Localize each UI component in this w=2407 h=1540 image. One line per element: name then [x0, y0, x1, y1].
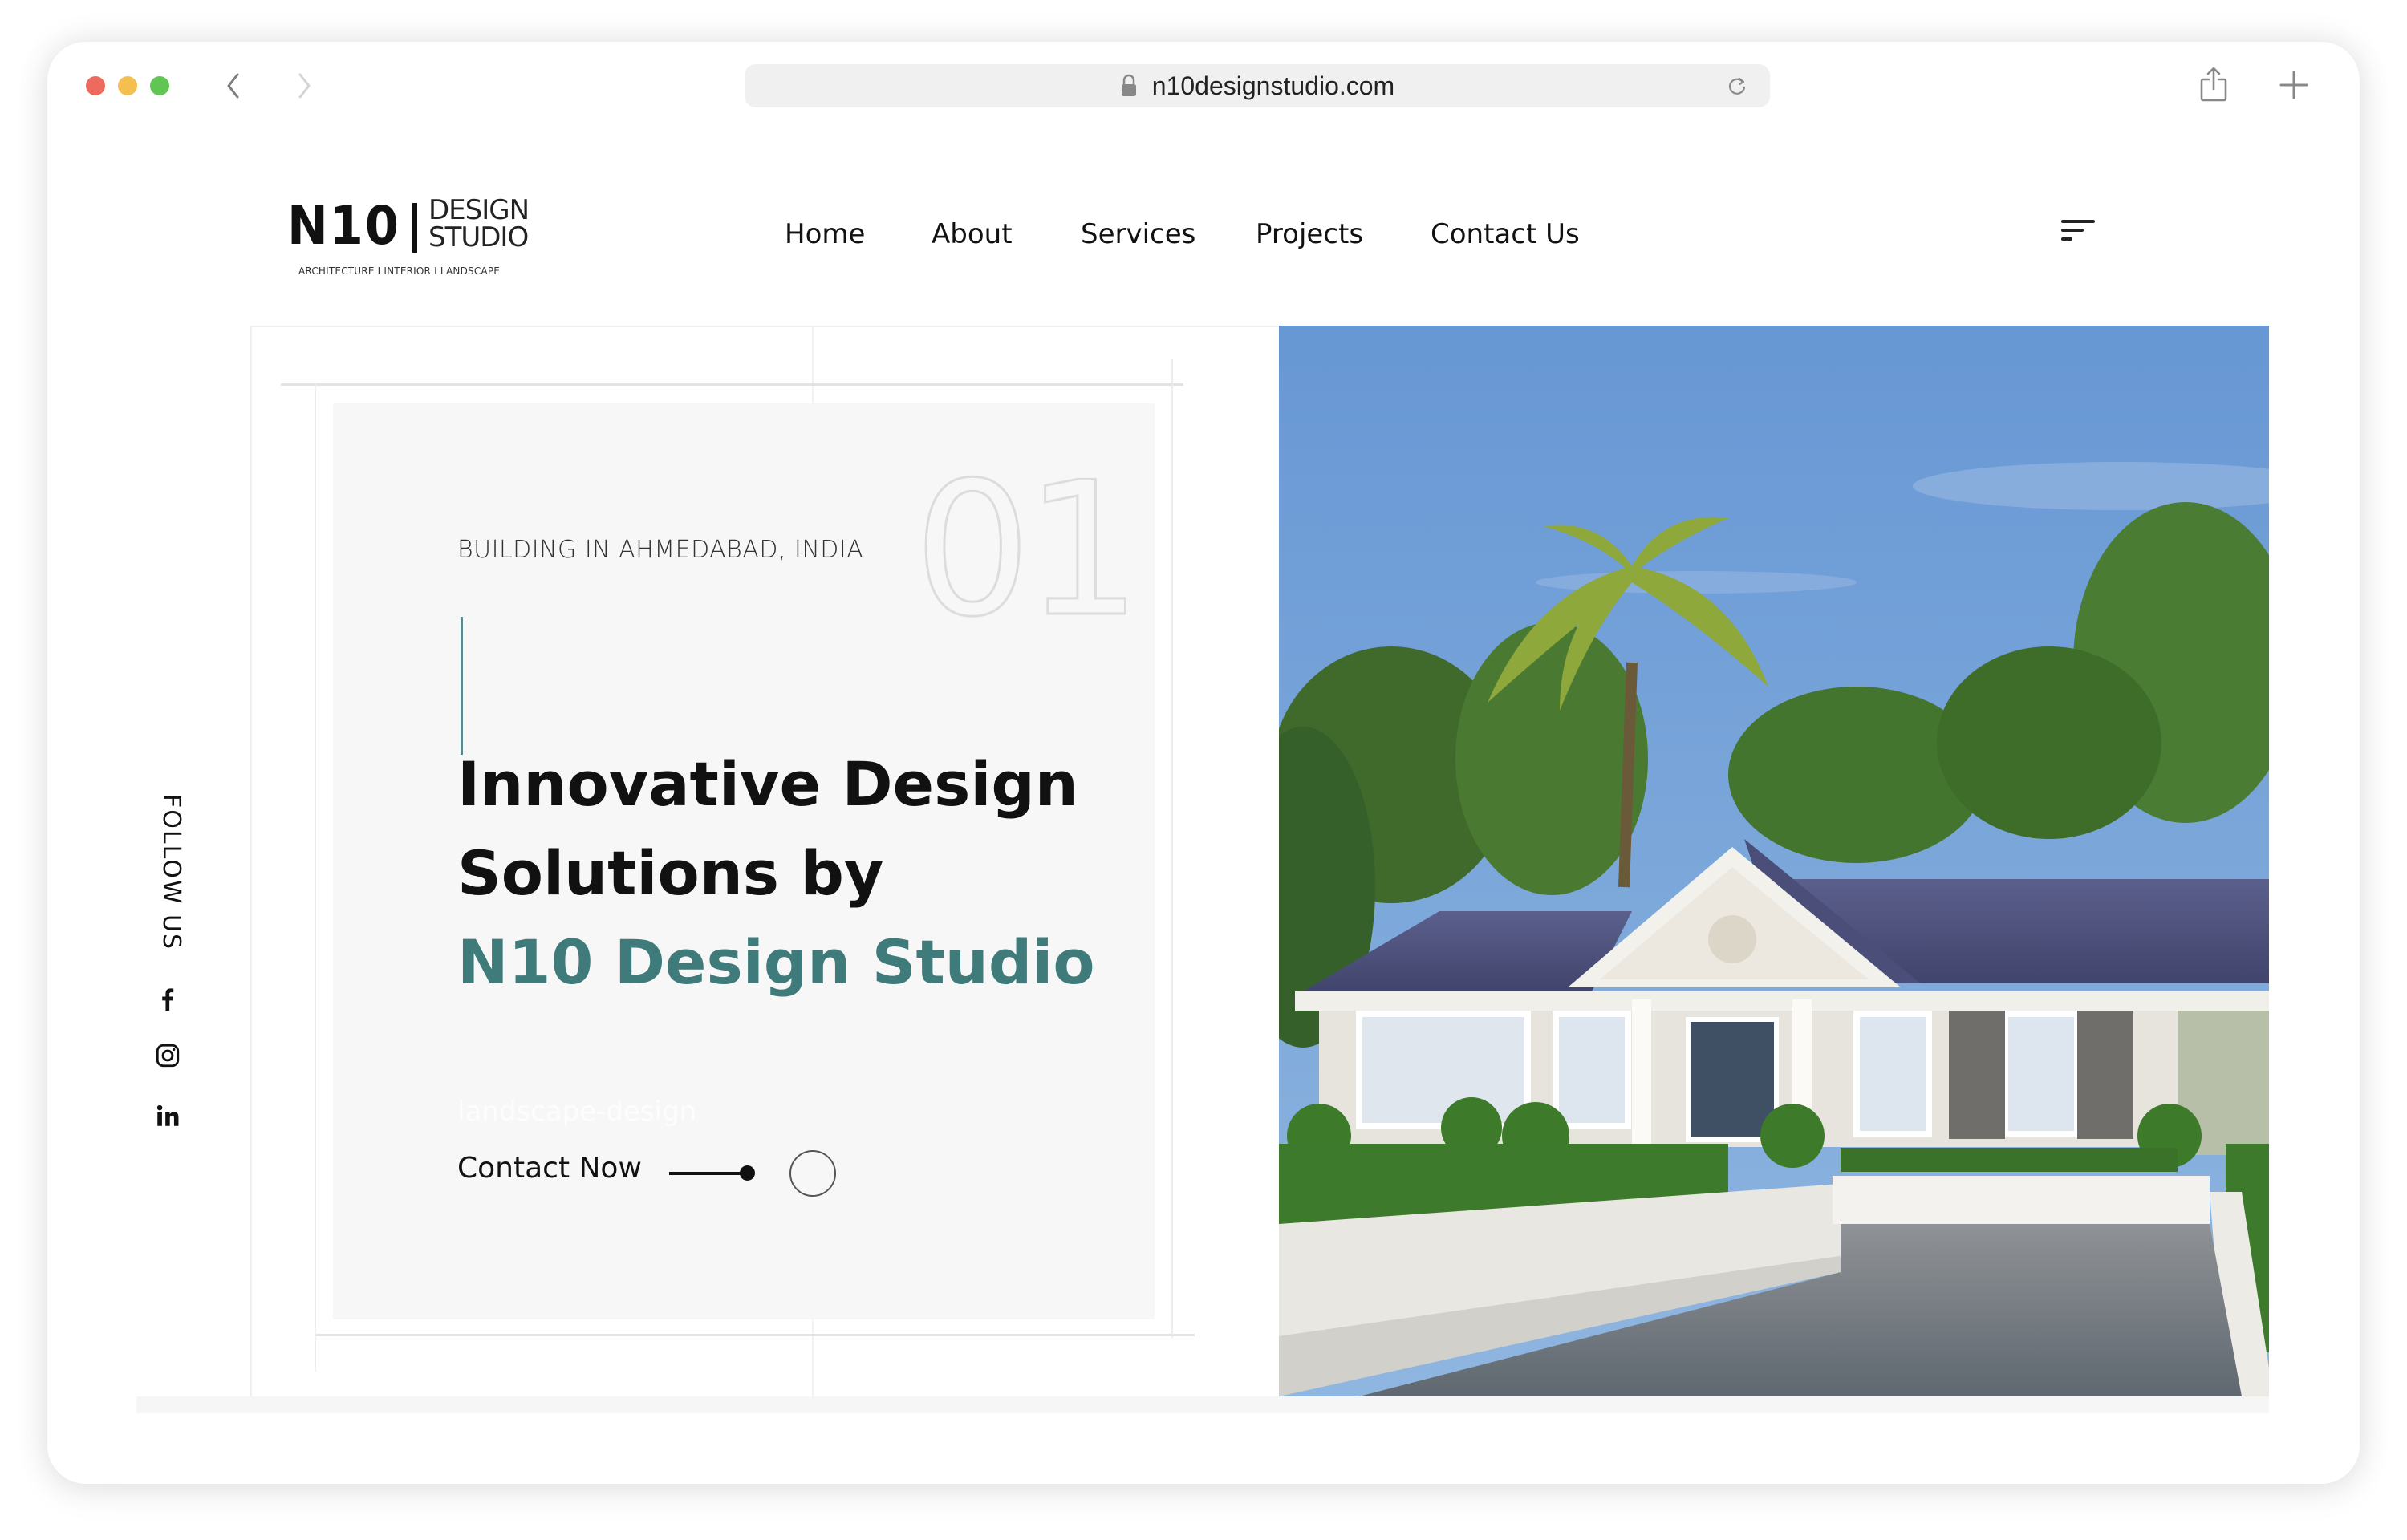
reload-icon[interactable]: [1725, 74, 1749, 98]
hero-subtitle: BUILDING IN AHMEDABAD, INDIA: [457, 536, 864, 564]
linkedin-icon: [156, 1104, 179, 1126]
logo-mark: N10: [287, 195, 400, 257]
guide-line: [315, 1334, 1195, 1336]
menu-button[interactable]: [2061, 220, 2096, 245]
instagram-link[interactable]: [152, 1040, 184, 1072]
forward-button[interactable]: [288, 70, 320, 102]
hero-image[interactable]: [1279, 326, 2269, 1396]
heading-accent: N10 Design Studio: [457, 926, 1095, 998]
chevron-left-icon: [227, 73, 239, 99]
new-tab-icon[interactable]: [2278, 69, 2310, 101]
logo-line-1: DESIGN: [428, 194, 530, 226]
browser-window: n10designstudio.com N10 DESIGN STUDIO AR…: [47, 42, 2360, 1484]
heading-line-2: Solutions by: [457, 837, 884, 909]
nav-services[interactable]: Services: [1081, 218, 1195, 250]
nav-contact-us[interactable]: Contact Us: [1431, 218, 1580, 250]
linkedin-link[interactable]: [152, 1100, 184, 1132]
slide-number: 01: [913, 444, 1144, 658]
share-icon[interactable]: [2199, 66, 2228, 103]
accent-divider: [461, 617, 463, 755]
instagram-icon: [156, 1044, 180, 1068]
site-logo[interactable]: N10 DESIGN STUDIO ARCHITECTURE I INTERIO…: [287, 192, 536, 280]
hero-bottom-strip: [136, 1396, 2269, 1413]
nav-about[interactable]: About: [932, 218, 1013, 250]
nav-home[interactable]: Home: [785, 218, 865, 250]
category-tag: landscape-design: [457, 1096, 697, 1128]
facebook-icon: [162, 988, 174, 1011]
maximize-window-button[interactable]: [150, 76, 169, 95]
lock-icon: [1121, 74, 1136, 96]
circle-icon: [789, 1150, 836, 1197]
heading-line-1: Innovative Design: [457, 748, 1078, 820]
hero-heading: Innovative Design Solutions by N10 Desig…: [457, 740, 1095, 1007]
chevron-right-icon: [298, 73, 311, 99]
contact-now-label: Contact Now: [457, 1152, 642, 1185]
arrow-line-icon: [669, 1172, 746, 1175]
close-window-button[interactable]: [86, 76, 105, 95]
guide-line: [315, 383, 316, 1372]
back-button[interactable]: [217, 70, 250, 102]
follow-us-label: FOLLOW US: [157, 794, 185, 951]
logo-divider: [412, 203, 417, 253]
guide-line: [281, 383, 1183, 386]
follow-us: FOLLOW US: [153, 794, 185, 971]
guide-line: [1171, 359, 1173, 1338]
nav-projects[interactable]: Projects: [1256, 218, 1363, 250]
logo-tagline: ARCHITECTURE I INTERIOR I LANDSCAPE: [298, 265, 501, 277]
minimize-window-button[interactable]: [118, 76, 137, 95]
address-bar[interactable]: n10designstudio.com: [745, 64, 1770, 107]
house-render-image: [1279, 326, 2269, 1396]
logo-line-2: STUDIO: [428, 221, 529, 253]
arrow-dot-icon: [740, 1165, 755, 1181]
facebook-link[interactable]: [152, 983, 184, 1015]
url-text: n10designstudio.com: [1151, 71, 1395, 100]
